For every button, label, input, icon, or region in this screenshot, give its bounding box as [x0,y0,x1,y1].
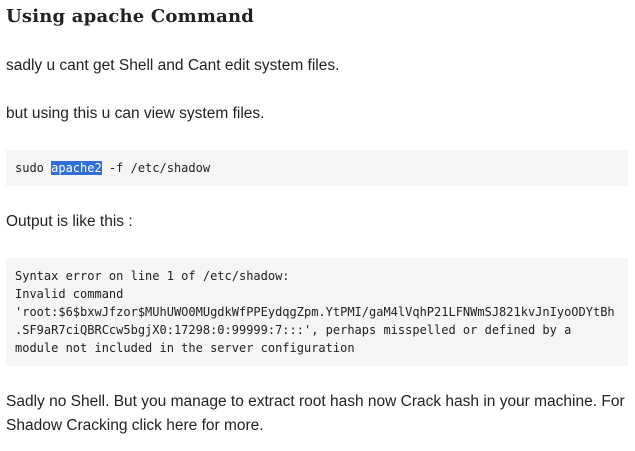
paragraph-output-intro: Output is like this : [6,213,133,230]
output-line: 'root:$6$bxwJfzor$MUhUWO0MUgdkWfPPEydqgZ… [15,305,615,319]
section-heading: Using apache Command [6,6,255,27]
command-code-block[interactable]: sudo apache2 -f /etc/shadow [6,150,628,186]
selected-text[interactable]: apache2 [51,161,102,175]
paragraph-no-shell: sadly u cant get Shell and Cant edit sys… [6,57,340,74]
command-prefix: sudo [15,161,52,175]
output-line: Syntax error on line 1 of /etc/shadow: [15,269,290,283]
crack-hash-text: Sadly no Shell. But you manage to extrac… [6,393,625,434]
output-code-block[interactable]: Syntax error on line 1 of /etc/shadow: In… [6,258,628,366]
paragraph-crack-hash: Sadly no Shell. But you manage to extrac… [6,390,631,438]
output-line: .SF9aR7ciQBRCcw5bgjX0:17298:0:99999:7:::… [15,323,572,337]
paragraph-view-files: but using this u can view system files. [6,105,265,122]
command-suffix: -f /etc/shadow [101,161,211,175]
output-line: module not included in the server config… [15,341,355,355]
crack-hash-suffix: for more. [197,417,264,434]
output-line: Invalid command [15,287,124,301]
command-line: sudo apache2 -f /etc/shadow [15,159,628,177]
click-here-link[interactable]: click here [132,417,197,434]
